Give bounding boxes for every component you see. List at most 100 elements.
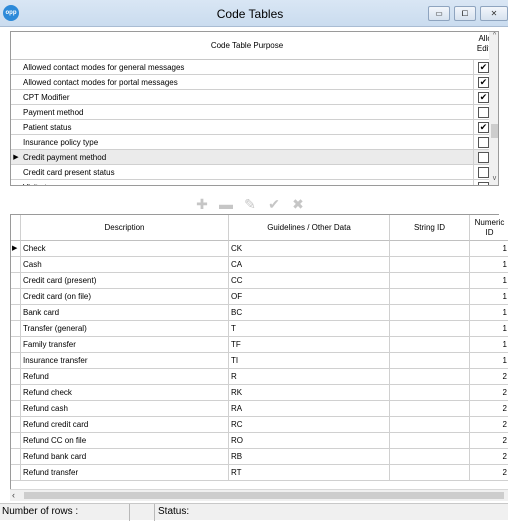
description-cell[interactable]: Credit card (present) <box>21 273 229 289</box>
table-row[interactable]: Refund cash RA 2 <box>11 401 508 417</box>
table-row[interactable]: Patient status ✔ <box>11 120 498 135</box>
purpose-column-header[interactable]: Code Table Purpose <box>21 41 473 50</box>
table-row[interactable]: Payment method <box>11 105 498 120</box>
table-row[interactable]: Refund bank card RB 2 <box>11 449 508 465</box>
table-row[interactable]: Bank card BC 1 <box>11 305 508 321</box>
string-id-cell[interactable] <box>390 465 470 481</box>
description-cell[interactable]: Refund transfer <box>21 465 229 481</box>
description-cell[interactable]: Transfer (general) <box>21 321 229 337</box>
allow-edits-checkbox[interactable] <box>478 152 489 163</box>
horizontal-scrollbar[interactable]: ‹ <box>10 489 508 501</box>
string-id-cell[interactable] <box>390 289 470 305</box>
table-row[interactable]: Cash CA 1 <box>11 257 508 273</box>
allow-edits-checkbox[interactable]: ✔ <box>478 122 489 133</box>
numeric-id-cell[interactable]: 1 <box>470 273 508 289</box>
string-id-cell[interactable] <box>390 417 470 433</box>
table-row[interactable]: Insurance policy type <box>11 135 498 150</box>
table-row[interactable]: Allowed contact modes for general messag… <box>11 60 498 75</box>
numeric-id-cell[interactable]: 2 <box>470 369 508 385</box>
table-row[interactable]: Refund CC on file RO 2 <box>11 433 508 449</box>
guidelines-cell[interactable]: R <box>229 369 390 385</box>
table-row[interactable]: Allowed contact modes for portal message… <box>11 75 498 90</box>
numeric-id-cell[interactable]: 1 <box>470 321 508 337</box>
guidelines-cell[interactable]: RA <box>229 401 390 417</box>
numeric-id-cell[interactable]: 2 <box>470 433 508 449</box>
guidelines-cell[interactable]: RC <box>229 417 390 433</box>
description-cell[interactable]: Bank card <box>21 305 229 321</box>
guidelines-cell[interactable]: RT <box>229 465 390 481</box>
table-row[interactable]: Credit card (on file) OF 1 <box>11 289 508 305</box>
guidelines-cell[interactable]: CC <box>229 273 390 289</box>
description-column-header[interactable]: Description <box>21 215 229 241</box>
numeric-id-cell[interactable]: 1 <box>470 337 508 353</box>
horizontal-scrollbar-thumb[interactable] <box>24 492 504 499</box>
top-grid-vertical-scrollbar[interactable]: ^ v <box>489 32 498 185</box>
description-cell[interactable]: Insurance transfer <box>21 353 229 369</box>
string-id-cell[interactable] <box>390 401 470 417</box>
description-cell[interactable]: Refund CC on file <box>21 433 229 449</box>
string-id-cell[interactable] <box>390 433 470 449</box>
table-row[interactable]: Credit card (present) CC 1 <box>11 273 508 289</box>
numeric-id-cell[interactable]: 1 <box>470 289 508 305</box>
allow-edits-checkbox[interactable] <box>478 107 489 118</box>
string-id-cell[interactable] <box>390 305 470 321</box>
table-row[interactable]: Refund check RK 2 <box>11 385 508 401</box>
numeric-id-cell[interactable]: 2 <box>470 401 508 417</box>
guidelines-cell[interactable]: TI <box>229 353 390 369</box>
numeric-id-cell[interactable]: 2 <box>470 465 508 481</box>
numeric-id-cell[interactable]: 2 <box>470 417 508 433</box>
string-id-cell[interactable] <box>390 241 470 257</box>
guidelines-cell[interactable]: TF <box>229 337 390 353</box>
table-row[interactable]: Visit stage <box>11 180 498 185</box>
string-id-cell[interactable] <box>390 353 470 369</box>
table-row[interactable]: Refund credit card RC 2 <box>11 417 508 433</box>
table-row[interactable]: ▶ Check CK 1 <box>11 241 508 257</box>
table-row[interactable]: Transfer (general) T 1 <box>11 321 508 337</box>
description-cell[interactable]: Refund <box>21 369 229 385</box>
allow-edits-checkbox[interactable]: ✔ <box>478 92 489 103</box>
description-cell[interactable]: Refund cash <box>21 401 229 417</box>
table-row[interactable]: Family transfer TF 1 <box>11 337 508 353</box>
description-cell[interactable]: Credit card (on file) <box>21 289 229 305</box>
numeric-id-cell[interactable]: 1 <box>470 305 508 321</box>
table-row[interactable]: Credit card present status <box>11 165 498 180</box>
guidelines-cell[interactable]: CK <box>229 241 390 257</box>
description-cell[interactable]: Refund credit card <box>21 417 229 433</box>
add-icon[interactable]: ✚ <box>193 195 211 213</box>
scroll-down-icon[interactable]: v <box>489 175 498 182</box>
description-cell[interactable]: Refund check <box>21 385 229 401</box>
string-id-column-header[interactable]: String ID <box>390 215 470 241</box>
description-cell[interactable]: Refund bank card <box>21 449 229 465</box>
string-id-cell[interactable] <box>390 369 470 385</box>
string-id-cell[interactable] <box>390 257 470 273</box>
guidelines-column-header[interactable]: Guidelines / Other Data <box>229 215 390 241</box>
description-cell[interactable]: Check <box>21 241 229 257</box>
guidelines-cell[interactable]: BC <box>229 305 390 321</box>
allow-edits-checkbox[interactable]: ✔ <box>478 62 489 73</box>
remove-icon[interactable]: ▬ <box>217 195 235 213</box>
table-row[interactable]: Refund transfer RT 2 <box>11 465 508 481</box>
allow-edits-checkbox[interactable] <box>478 182 489 185</box>
numeric-id-cell[interactable]: 2 <box>470 385 508 401</box>
allow-edits-checkbox[interactable] <box>478 167 489 178</box>
string-id-cell[interactable] <box>390 449 470 465</box>
maximize-button[interactable]: ⧠ <box>454 6 476 21</box>
numeric-id-cell[interactable]: 1 <box>470 353 508 369</box>
close-button[interactable]: ✕ <box>480 6 508 21</box>
string-id-cell[interactable] <box>390 273 470 289</box>
table-row[interactable]: ▶ Credit payment method <box>11 150 498 165</box>
scroll-up-icon[interactable]: ^ <box>489 32 498 39</box>
confirm-icon[interactable]: ✔ <box>265 195 283 213</box>
guidelines-cell[interactable]: OF <box>229 289 390 305</box>
guidelines-cell[interactable]: RK <box>229 385 390 401</box>
table-row[interactable]: Insurance transfer TI 1 <box>11 353 508 369</box>
cancel-icon[interactable]: ✖ <box>289 195 307 213</box>
code-table-purpose-grid[interactable]: Code Table Purpose Allow Edits? Allowed … <box>10 31 499 186</box>
guidelines-cell[interactable]: RO <box>229 433 390 449</box>
minimize-button[interactable]: ▭ <box>428 6 450 21</box>
description-cell[interactable]: Family transfer <box>21 337 229 353</box>
string-id-cell[interactable] <box>390 385 470 401</box>
guidelines-cell[interactable]: T <box>229 321 390 337</box>
table-row[interactable]: CPT Modifier ✔ <box>11 90 498 105</box>
scrollbar-thumb[interactable] <box>491 124 498 138</box>
